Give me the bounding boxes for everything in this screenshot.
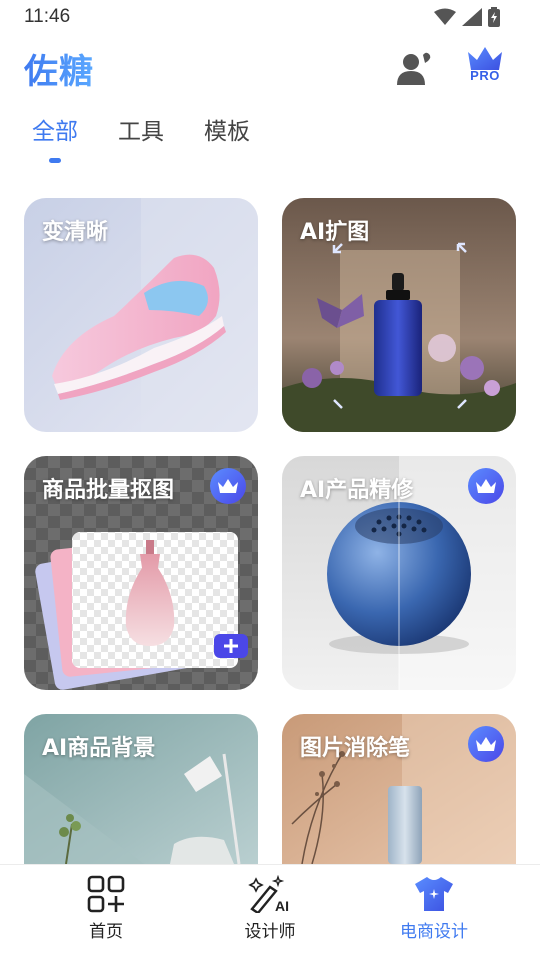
feature-card-batch-cutout[interactable]: 商品批量抠图	[24, 456, 258, 690]
tshirt-icon	[415, 877, 453, 911]
crown-icon	[476, 737, 496, 751]
nav-label: 电商设计	[400, 922, 468, 942]
profile-button[interactable]	[392, 46, 436, 90]
feature-card-product-retouch[interactable]: AI产品精修	[282, 456, 516, 690]
card-title: AI扩图	[300, 220, 370, 245]
pro-label: PRO	[470, 68, 500, 83]
status-bar: 11:46	[0, 0, 540, 34]
card-title: 变清晰	[42, 220, 109, 245]
premium-badge	[468, 468, 504, 504]
tab-tools[interactable]: 工具	[118, 112, 164, 146]
feature-card-ai-background[interactable]: AI商品背景	[24, 714, 258, 864]
nav-ecommerce-design[interactable]: 电商设计	[374, 875, 494, 955]
app-brand-title: 佐糖	[24, 44, 94, 93]
wifi-icon	[434, 8, 456, 25]
card-title: 图片消除笔	[300, 736, 411, 761]
tab-all[interactable]: 全部	[32, 112, 78, 146]
bottom-navigation: 首页 AI 设计师 电商设计	[0, 864, 540, 960]
card-title: 商品批量抠图	[42, 478, 175, 503]
card-title: AI商品背景	[42, 736, 156, 761]
feature-card-enhance[interactable]: 变清晰	[24, 198, 258, 432]
app-bar: 佐糖 PRO	[0, 40, 540, 96]
tab-templates[interactable]: 模板	[204, 112, 250, 146]
feature-card-eraser[interactable]: 图片消除笔	[282, 714, 516, 864]
nav-designer[interactable]: AI 设计师	[210, 875, 330, 955]
crown-icon	[218, 479, 238, 493]
signal-icon	[462, 8, 482, 26]
nav-label: 首页	[89, 922, 123, 942]
nav-label: 设计师	[244, 922, 296, 942]
category-tabs: 全部 工具 模板	[0, 108, 540, 164]
nav-home[interactable]: 首页	[46, 875, 166, 955]
pro-membership-button[interactable]: PRO	[462, 44, 508, 92]
premium-badge	[210, 468, 246, 504]
user-icon	[397, 52, 431, 85]
active-tab-indicator	[49, 158, 61, 163]
status-time: 11:46	[24, 6, 71, 27]
magic-wand-ai-icon: AI	[248, 875, 289, 913]
card-title: AI产品精修	[300, 478, 414, 503]
crown-icon	[476, 479, 496, 493]
status-icons	[434, 7, 500, 27]
home-grid-icon	[87, 875, 125, 913]
premium-badge	[468, 726, 504, 762]
battery-icon	[488, 7, 500, 27]
feature-card-ai-expand[interactable]: AI扩图	[282, 198, 516, 432]
svg-text:AI: AI	[275, 898, 289, 913]
